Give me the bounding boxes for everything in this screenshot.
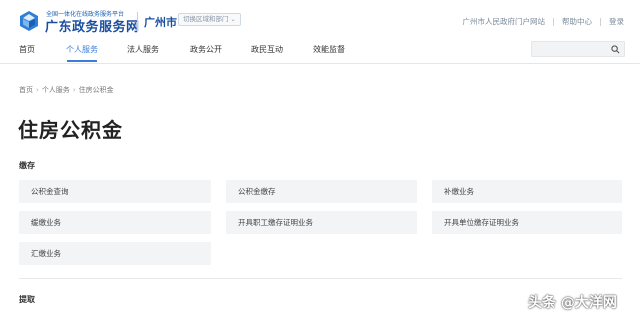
nav-corporate-services[interactable]: 法人服务 [127, 44, 159, 55]
service-card[interactable]: 补缴业务 [432, 180, 622, 203]
nav-efficiency-supervision[interactable]: 效能监督 [313, 44, 345, 55]
gov-portal-link[interactable]: 广州市人民政府门户网站 [463, 16, 546, 27]
service-card[interactable]: 开具单位缴存证明业务 [432, 211, 622, 234]
nav-personal-services[interactable]: 个人服务 [66, 44, 98, 55]
top-links: 广州市人民政府门户网站 帮助中心 登录 [463, 16, 625, 27]
section-divider [19, 278, 622, 279]
breadcrumb-home[interactable]: 首页 [19, 86, 33, 94]
city-name: 广州市 [144, 16, 177, 29]
dept-switch-label: 切换区域和部门 [183, 15, 229, 23]
link-divider [600, 17, 601, 26]
help-center-link[interactable]: 帮助中心 [562, 16, 592, 27]
chevron-down-icon: ⌄ [230, 16, 236, 23]
watermark: 头条 @大洋网 [528, 295, 617, 311]
service-card[interactable]: 公积金缴存 [226, 180, 417, 203]
search-input[interactable] [531, 41, 625, 57]
service-card[interactable]: 公积金查询 [19, 180, 211, 203]
breadcrumb: 首页 › 个人服务 › 住房公积金 [19, 85, 114, 95]
guangdong-logo-icon[interactable] [18, 10, 40, 32]
nav-gov-affairs[interactable]: 政务公开 [190, 44, 222, 55]
service-card[interactable]: 汇缴业务 [19, 242, 211, 265]
logo-title[interactable]: 广东政务服务网 [45, 16, 140, 35]
breadcrumb-current: 住房公积金 [78, 86, 114, 94]
breadcrumb-personal[interactable]: 个人服务 [42, 86, 70, 94]
nav-active-indicator [67, 60, 97, 62]
breadcrumb-arrow-icon: › [72, 86, 76, 94]
link-divider [553, 17, 554, 26]
nav-public-interaction[interactable]: 政民互动 [251, 44, 283, 55]
section-title-deposit: 缴存 [19, 161, 35, 170]
service-card[interactable]: 缓缴业务 [19, 211, 211, 234]
service-card[interactable]: 开具职工缴存证明业务 [226, 211, 417, 234]
search-icon[interactable] [611, 45, 620, 54]
nav-home[interactable]: 首页 [19, 44, 35, 55]
page-title: 住房公积金 [18, 118, 123, 142]
login-link[interactable]: 登录 [609, 16, 624, 27]
dept-switch-button[interactable]: 切换区域和部门 ⌄ [178, 13, 241, 26]
breadcrumb-arrow-icon: › [36, 86, 39, 94]
section-title-withdraw: 提取 [19, 295, 35, 304]
site-header: 全国一体化在线政务服务平台 广东政务服务网 广州市 切换区域和部门 ⌄ 广州市人民… [0, 0, 640, 64]
logo-divider [137, 12, 138, 32]
